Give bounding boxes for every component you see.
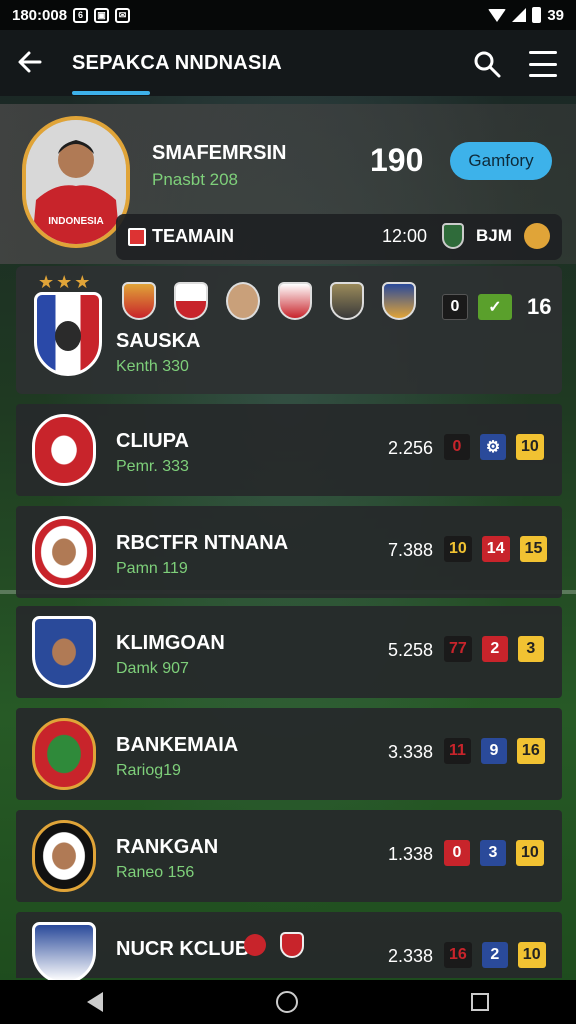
club-crest-icon[interactable] xyxy=(174,282,208,320)
status-time: 180:008 xyxy=(12,6,68,24)
team-strip[interactable]: TEAMAIN 12:00 BJM xyxy=(116,214,562,260)
player-avatar xyxy=(32,616,96,688)
row-subtitle: Pamn 119 xyxy=(116,560,188,577)
team-label: TEAMAIN xyxy=(152,226,234,246)
club-stats: 0 ✓ 16 xyxy=(442,294,556,320)
club-crest-icon xyxy=(34,292,102,376)
message-icon: ✉ xyxy=(115,7,131,23)
row-name: RANKGAN xyxy=(116,836,219,858)
nav-home-icon[interactable] xyxy=(275,991,298,1013)
row-name: RBCTFR NTNANA xyxy=(116,532,289,554)
club-crest-row xyxy=(122,282,416,320)
row-name: KLIMGOAN xyxy=(116,632,225,654)
club-crest-icon[interactable] xyxy=(122,282,156,320)
page-title: SEPAKCA NNDNASIA xyxy=(72,52,282,74)
stat-badge: 2 xyxy=(481,942,508,968)
title-underline xyxy=(72,91,150,95)
row-name: BANKEMAIA xyxy=(116,734,239,756)
list-item[interactable]: RBCTFR NTNANA Pamn 119 7.388 10 14 15 xyxy=(16,506,562,598)
club-crest-icon[interactable] xyxy=(330,282,364,320)
row-subtitle: Rariog19 xyxy=(116,762,181,779)
stat-badge: 14 xyxy=(481,536,510,562)
stat-badge: 3 xyxy=(517,636,544,662)
notification-icon: 6 xyxy=(73,7,89,23)
hamburger-menu-icon[interactable] xyxy=(529,51,557,77)
jersey-text: INDONESIA xyxy=(48,216,104,227)
app-bar: SEPAKCA NNDNASIA xyxy=(0,30,576,96)
list-item[interactable]: NUCR KCLUBS 2.338 16 2 10 xyxy=(16,912,562,984)
list-item[interactable]: RANKGAN Raneo 156 1.338 0 3 10 xyxy=(16,810,562,902)
stat-badge: 0 xyxy=(444,840,470,866)
category-button[interactable]: Gamfory xyxy=(450,142,552,180)
stat-badge: 0 xyxy=(442,294,468,320)
row-value: 1.338 xyxy=(388,844,434,864)
club-crest-icon xyxy=(32,922,96,984)
row-subtitle: Pemr. 333 xyxy=(116,458,189,475)
row-value: 2.338 xyxy=(388,946,434,966)
stat-badge: 15 xyxy=(519,536,548,562)
team-flag-icon xyxy=(128,228,146,246)
player-avatar xyxy=(32,516,96,588)
stat-badge: 16 xyxy=(516,738,545,764)
list-item[interactable]: KLIMGOAN Damk 907 5.258 77 2 3 xyxy=(16,606,562,698)
player-face-icon[interactable] xyxy=(226,282,260,320)
team-shield-icon xyxy=(442,223,464,249)
club-crest-icon[interactable] xyxy=(382,282,416,320)
list-item[interactable]: CLIUPA Pemr. 333 2.256 0 ⚙ 10 xyxy=(16,404,562,496)
back-arrow-icon[interactable] xyxy=(16,48,44,76)
status-bar: 180:008 6 ▣ ✉ 39 xyxy=(0,0,576,30)
wifi-icon xyxy=(488,8,507,22)
list-item[interactable]: BANKEMAIA Rariog19 3.338 11 9 16 xyxy=(16,708,562,800)
system-nav-bar xyxy=(0,980,576,1024)
nav-recents-icon[interactable] xyxy=(471,993,490,1011)
battery-level: 39 xyxy=(547,6,564,24)
stat-badge: 10 xyxy=(516,434,544,460)
row-name: NUCR KCLUBS xyxy=(116,938,263,960)
club-crest-icon xyxy=(244,934,266,956)
club-crest-icon xyxy=(280,932,304,958)
search-icon[interactable] xyxy=(472,49,502,79)
club-card[interactable]: ★★★ 0 ✓ 16 SAUSKA Kenth 330 xyxy=(16,266,562,394)
stat-badge: 16 xyxy=(444,942,472,968)
club-crest-icon[interactable] xyxy=(278,282,312,320)
player-avatar: INDONESIA xyxy=(22,116,130,248)
stat-badge: 2 xyxy=(481,636,508,662)
row-value: 2.256 xyxy=(388,438,434,458)
stars-icon: ★★★ xyxy=(38,272,93,292)
featured-score: 190 xyxy=(370,142,424,178)
row-value: 7.388 xyxy=(388,540,434,560)
stat-badge: 0 xyxy=(444,434,470,460)
row-value: 5.258 xyxy=(388,640,434,660)
row-subtitle: Damk 907 xyxy=(116,660,189,677)
stat-badge: 10 xyxy=(517,942,546,968)
gallery-icon: ▣ xyxy=(94,7,110,23)
stat-badge: 77 xyxy=(444,636,472,662)
stat-badge: 9 xyxy=(480,738,507,764)
row-value: 3.338 xyxy=(388,742,434,762)
trophy-icon xyxy=(524,223,550,249)
club-subtitle: Kenth 330 xyxy=(116,358,189,375)
featured-name: SMAFEMRSIN xyxy=(152,142,287,164)
club-name: SAUSKA xyxy=(116,330,201,352)
signal-icon xyxy=(512,8,527,22)
check-badge-icon: ✓ xyxy=(478,294,512,320)
row-name: CLIUPA xyxy=(116,430,189,452)
stat-badge: 11 xyxy=(444,738,471,764)
featured-player-card[interactable]: INDONESIA SMAFEMRSIN Pnasbt 208 190 Gamf… xyxy=(0,104,576,264)
row-subtitle: Raneo 156 xyxy=(116,864,195,881)
stat-badge: 10 xyxy=(516,840,544,866)
stat-badge: ⚙ xyxy=(480,434,506,460)
match-time: 12:00 xyxy=(382,226,428,246)
stat-badge: 10 xyxy=(444,536,472,562)
featured-subtitle: Pnasbt 208 xyxy=(152,170,239,189)
stat-badge: 3 xyxy=(480,840,506,866)
team-code: BJM xyxy=(476,226,512,245)
player-avatar xyxy=(32,820,96,892)
club-crest-icon xyxy=(32,718,96,790)
stat-value: 16 xyxy=(527,294,552,319)
club-crest-icon xyxy=(32,414,96,486)
battery-icon xyxy=(532,7,542,23)
nav-back-icon[interactable] xyxy=(86,992,103,1012)
